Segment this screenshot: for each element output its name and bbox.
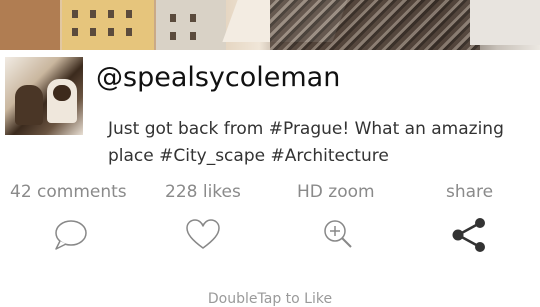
- zoom-in-icon[interactable]: [318, 215, 358, 255]
- post-photo[interactable]: [0, 0, 540, 50]
- post-message: Just got back from #Prague! What an amaz…: [108, 119, 504, 166]
- double-tap-hint: DoubleTap to Like: [207, 291, 333, 307]
- heart-icon[interactable]: [183, 215, 223, 255]
- avatar[interactable]: [5, 57, 83, 135]
- share-label[interactable]: share: [446, 182, 493, 202]
- hd-zoom-label[interactable]: HD zoom: [297, 182, 375, 202]
- username[interactable]: @spealsycoleman: [96, 62, 340, 93]
- likes-count[interactable]: 228 likes: [165, 182, 241, 202]
- speech-bubble-icon[interactable]: [50, 215, 90, 255]
- share-icon[interactable]: [449, 215, 489, 255]
- comments-count[interactable]: 42 comments: [10, 182, 127, 202]
